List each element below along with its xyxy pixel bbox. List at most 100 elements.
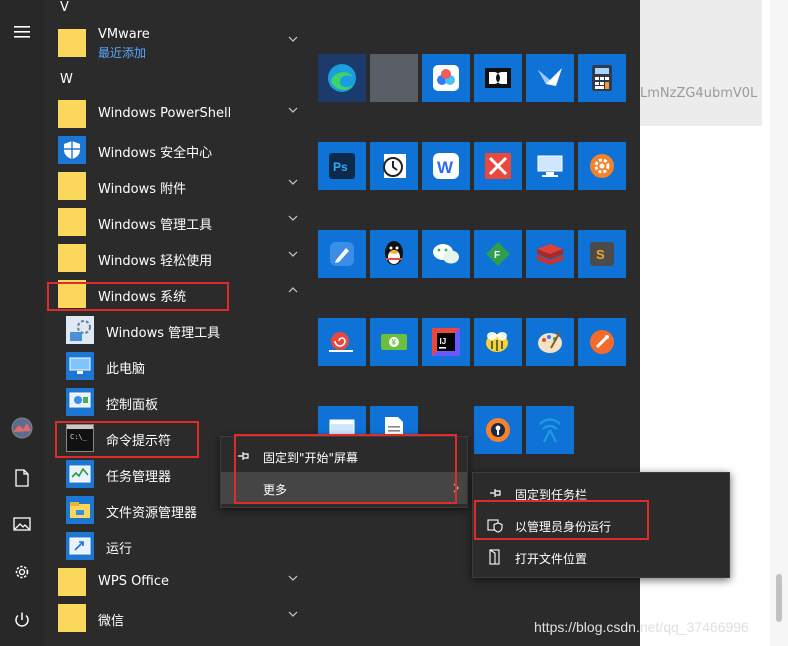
- chevron-up-icon: [288, 287, 298, 293]
- edge-icon: [328, 64, 356, 92]
- bird-icon: [538, 68, 562, 86]
- shield-icon: [58, 136, 86, 164]
- page-scrollbar[interactable]: [770, 0, 788, 646]
- app-windows-security[interactable]: Windows 安全中心: [44, 133, 306, 167]
- app-label: Windows 安全中心: [98, 146, 213, 161]
- calculator-tile[interactable]: [578, 54, 626, 102]
- app-label: 运行: [106, 542, 133, 557]
- hamburger-menu-icon[interactable]: [8, 18, 36, 46]
- gear-app-tile[interactable]: [578, 142, 626, 190]
- app-windows-accessories[interactable]: Windows 附件: [44, 169, 306, 203]
- redis-tile[interactable]: [526, 230, 574, 278]
- svg-text:IJ: IJ: [440, 337, 447, 346]
- chevron-down-icon: [288, 36, 298, 42]
- app-label: 微信: [98, 614, 125, 629]
- user-avatar[interactable]: [8, 414, 36, 442]
- telecom-tile[interactable]: [526, 406, 574, 454]
- computer-icon: [66, 352, 94, 380]
- app-list: V VMware 最近添加 W Windows PowerShell Windo…: [44, 0, 306, 646]
- green-diamond-icon: F: [486, 242, 510, 266]
- intellij-tile[interactable]: IJ: [422, 318, 470, 366]
- letter-header-w[interactable]: W: [60, 72, 73, 87]
- paint-tile[interactable]: [526, 318, 574, 366]
- telecom-icon: [539, 418, 561, 443]
- blank-tile[interactable]: [370, 54, 418, 102]
- postman-tile[interactable]: [578, 318, 626, 366]
- page-scrollbar-thumb[interactable]: [776, 574, 782, 622]
- qq-penguin-icon: [385, 241, 403, 265]
- app-control-panel[interactable]: 控制面板: [44, 385, 306, 419]
- wechat-tile[interactable]: [422, 230, 470, 278]
- xmind-icon: [485, 153, 511, 179]
- xmind-tile[interactable]: [474, 142, 522, 190]
- app-wechat[interactable]: 微信: [44, 601, 306, 635]
- task-manager-icon: [66, 460, 94, 488]
- sublime-tile[interactable]: S: [578, 230, 626, 278]
- dingtalk-tile[interactable]: [318, 230, 366, 278]
- cash-icon: ¥: [381, 334, 407, 350]
- feishu-tile[interactable]: [526, 54, 574, 102]
- pictures-icon[interactable]: [8, 510, 36, 538]
- snail-app-tile[interactable]: [318, 318, 366, 366]
- background-text: LmNzZG4ubmV0L: [640, 86, 758, 101]
- svg-text:F: F: [494, 250, 500, 261]
- svg-text:¥: ¥: [392, 338, 397, 347]
- flint-tile[interactable]: F: [474, 230, 522, 278]
- pin-icon: [490, 489, 501, 497]
- app-label: 此电脑: [106, 362, 146, 377]
- app-windows-ease-of-access[interactable]: Windows 轻松使用: [44, 241, 306, 275]
- remote-desktop-tile[interactable]: [526, 142, 574, 190]
- hive-tile[interactable]: [474, 318, 522, 366]
- letter-header-v[interactable]: V: [60, 0, 69, 15]
- folder-icon: [58, 604, 86, 632]
- app-label: VMware: [98, 27, 150, 42]
- app-run[interactable]: 运行: [44, 529, 306, 563]
- highlight-box-command-prompt: [55, 421, 199, 458]
- menu-item-open-file-location[interactable]: 打开文件位置: [473, 541, 729, 573]
- control-panel-icon: [66, 388, 94, 416]
- money-tile[interactable]: ¥: [370, 318, 418, 366]
- pen-icon: [330, 242, 354, 266]
- folder-icon: [58, 208, 86, 236]
- qq-tile[interactable]: [370, 230, 418, 278]
- clock-tile[interactable]: [370, 142, 418, 190]
- vpn-tile[interactable]: [474, 406, 522, 454]
- snail-icon: [329, 332, 353, 352]
- photoshop-icon: Ps: [329, 153, 355, 179]
- highlight-box-run-as-admin: [474, 500, 649, 540]
- wps-writer-tile[interactable]: W: [422, 142, 470, 190]
- highlight-box-context-menu: [234, 434, 457, 504]
- dolby-icon: [485, 68, 511, 88]
- sublime-icon: S: [590, 242, 614, 266]
- folder-icon: [58, 568, 86, 596]
- app-label: 文件资源管理器: [106, 506, 198, 521]
- settings-gear-icon[interactable]: [8, 558, 36, 586]
- redis-icon: [537, 244, 563, 265]
- chevron-down-icon: [288, 179, 298, 185]
- app-label: Windows 附件: [98, 182, 187, 197]
- cloud-icon: [433, 65, 459, 91]
- app-powershell[interactable]: Windows PowerShell: [44, 97, 306, 131]
- palette-icon: [538, 331, 562, 353]
- run-icon: [66, 532, 94, 560]
- dolby-tile[interactable]: [474, 54, 522, 102]
- app-windows-admin-tools[interactable]: Windows 管理工具: [44, 205, 306, 239]
- app-vmware[interactable]: VMware 最近添加: [44, 26, 306, 60]
- svg-text:W: W: [437, 158, 454, 177]
- highlight-box-windows-system: [47, 282, 229, 311]
- baidu-netdisk-tile[interactable]: [422, 54, 470, 102]
- app-wps-office[interactable]: WPS Office: [44, 565, 306, 599]
- power-icon[interactable]: [8, 606, 36, 634]
- start-rail: [0, 0, 44, 646]
- documents-icon[interactable]: [8, 464, 36, 492]
- bee-icon: [486, 332, 508, 352]
- chevron-down-icon: [288, 107, 298, 113]
- background-panel: [640, 0, 762, 126]
- calculator-icon: [592, 65, 612, 91]
- edge-tile[interactable]: [318, 54, 366, 102]
- app-label: WPS Office: [98, 574, 170, 589]
- app-this-pc[interactable]: 此电脑: [44, 349, 306, 383]
- app-system-admin-tools[interactable]: Windows 管理工具: [44, 313, 306, 347]
- app-sublabel: 最近添加: [98, 46, 147, 60]
- photoshop-tile[interactable]: Ps: [318, 142, 366, 190]
